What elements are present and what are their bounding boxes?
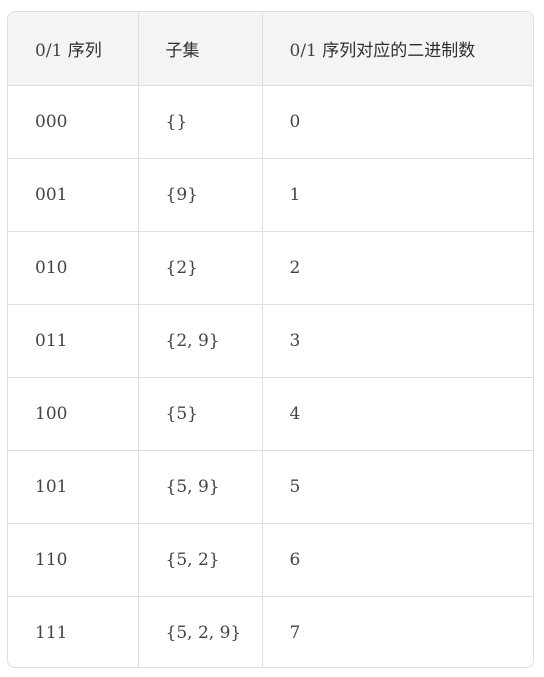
header-binary: 0/1 序列对应的二进制数 xyxy=(262,12,533,86)
header-row: 0/1 序列 子集 0/1 序列对应的二进制数 xyxy=(8,12,533,86)
header-binary-math: 0/1 xyxy=(289,40,317,61)
cell-binary: 3 xyxy=(262,304,533,378)
header-subset: 子集 xyxy=(138,12,263,86)
table-row: 111 {5, 2, 9} 7 xyxy=(8,596,533,667)
cell-binary: 7 xyxy=(289,622,301,643)
cell-binary: 0 xyxy=(262,85,533,159)
cell-sequence: 010 xyxy=(8,231,139,305)
cell-binary: 2 xyxy=(262,231,533,305)
cell-binary: 6 xyxy=(262,523,533,597)
cell-subset: {5, 2, 9} xyxy=(138,596,263,667)
cell-sequence: 110 xyxy=(8,523,139,597)
cell-subset: {5} xyxy=(138,377,263,451)
table-row: 110 {5, 2} 6 xyxy=(8,523,533,597)
cell-subset: {5, 9} xyxy=(138,450,263,524)
cell-sequence: 000 xyxy=(8,85,139,159)
table-row: 101 {5, 9} 5 xyxy=(8,450,533,524)
table-row: 000 {} 0 xyxy=(8,85,533,159)
cell-sequence: 111 xyxy=(8,596,139,667)
cell-subset: {5, 2} xyxy=(138,523,263,597)
header-binary-label: 序列对应的二进制数 xyxy=(322,40,476,61)
cell-sequence: 001 xyxy=(8,158,139,232)
cell-binary: 5 xyxy=(262,450,533,524)
cell-subset: {2} xyxy=(138,231,263,305)
cell-subset: {2, 9} xyxy=(138,304,263,378)
header-sequence-math: 0/1 xyxy=(35,40,63,61)
table-row: 100 {5} 4 xyxy=(8,377,533,451)
header-sequence: 0/1 序列 xyxy=(8,12,139,86)
cell-sequence: 100 xyxy=(8,377,139,451)
table-row: 001 {9} 1 xyxy=(8,158,533,232)
cell-subset: {9} xyxy=(138,158,263,232)
table-row: 011 {2, 9} 3 xyxy=(8,304,533,378)
cell-subset: {} xyxy=(138,85,263,159)
cell-binary: 1 xyxy=(262,158,533,232)
table-header: 0/1 序列 子集 0/1 序列对应的二进制数 xyxy=(8,12,533,86)
subset-binary-table-container: 0/1 序列 子集 0/1 序列对应的二进制数 000 {} 0 001 {9}… xyxy=(7,11,534,668)
header-sequence-label: 序列 xyxy=(67,40,102,61)
header-subset-label: 子集 xyxy=(165,40,200,61)
cell-sequence: 011 xyxy=(8,304,139,378)
table-body: 000 {} 0 001 {9} 1 010 {2} 2 011 {2, 9} … xyxy=(8,85,533,667)
cell-binary: 4 xyxy=(262,377,533,451)
cell-sequence: 101 xyxy=(8,450,139,524)
table-row: 010 {2} 2 xyxy=(8,231,533,305)
subset-binary-table: 0/1 序列 子集 0/1 序列对应的二进制数 000 {} 0 001 {9}… xyxy=(8,12,533,667)
